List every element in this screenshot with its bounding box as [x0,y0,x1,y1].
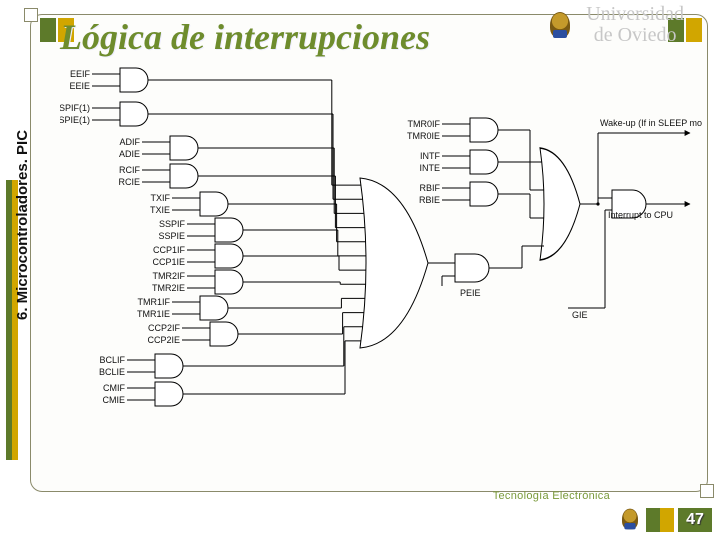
wake-label: Wake-up (If in SLEEP mode) [600,118,702,128]
enable-label: TMR0IE [407,131,440,141]
enable-label: BCLIE [99,367,125,377]
enable-label: CCP1IE [152,257,185,267]
flag-label: SSPIF [159,219,186,229]
enable-label: ADIE [119,149,140,159]
gie-label: GIE [572,310,588,320]
flag-label: PSPIF(1) [60,103,90,113]
footer-text: Tecnología Electrónica [493,490,610,502]
enable-label: SSPIE [158,231,185,241]
enable-label: PSPIE(1) [60,115,90,125]
flag-label: CMIF [103,383,125,393]
university-line1: Universidad [586,3,684,25]
accent-bar [686,18,702,42]
enable-label: RCIE [118,177,140,187]
crest-icon [622,509,638,530]
cpu-label: Interrupt to CPU [608,210,673,220]
flag-label: BCLIF [99,355,125,365]
university-watermark: Universidad de Oviedo [586,4,684,46]
accent-bar [646,508,660,532]
university-line2: de Oviedo [594,24,677,46]
interrupt-logic-diagram: EEIF EEIE PSPIF(1) PSPIE(1) ADIF ADIE RCIF RCIE… [60,58,702,478]
chapter-label: 6. Microcontroladores. PIC [14,130,31,320]
corner-decor-tl [24,8,38,22]
flag-label: TMR0IF [408,119,441,129]
enable-label: EEIE [69,81,90,91]
crest-icon [550,12,570,38]
flag-label: RBIF [419,183,440,193]
flag-label: TMR1IF [138,297,171,307]
enable-label: CMIE [103,395,126,405]
enable-label: CCP2IE [147,335,180,345]
enable-label: INTE [419,163,440,173]
page-number: 47 [678,508,712,532]
flag-label: TMR2IF [153,271,186,281]
flag-label: CCP1IF [153,245,186,255]
flag-label: CCP2IF [148,323,181,333]
peie-label: PEIE [460,288,481,298]
corner-decor-br [700,484,714,498]
accent-bar [40,18,56,42]
flag-label: RCIF [119,165,140,175]
page-title: Lógica de interrupciones [60,16,430,58]
accent-bar [660,508,674,532]
flag-label: EEIF [70,69,91,79]
enable-label: RBIE [419,195,440,205]
flag-label: ADIF [119,137,140,147]
flag-label: TXIF [151,193,171,203]
enable-label: TXIE [150,205,170,215]
enable-label: TMR2IE [152,283,185,293]
flag-label: INTF [420,151,440,161]
enable-label: TMR1IE [137,309,170,319]
